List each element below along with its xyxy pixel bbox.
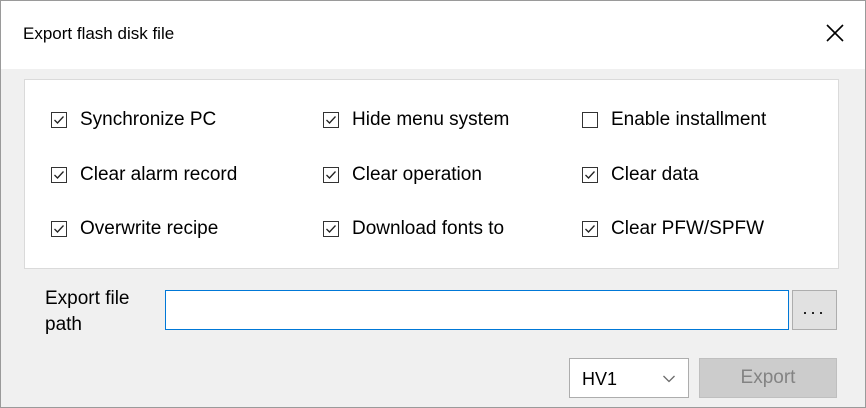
checkbox-box <box>582 221 598 237</box>
checkbox-box <box>582 112 598 128</box>
checkbox-box <box>323 221 339 237</box>
checkbox-label: Clear operation <box>352 164 482 185</box>
checkbox-label: Overwrite recipe <box>80 218 219 239</box>
checkmark-icon <box>54 171 64 179</box>
checkbox-label: Synchronize PC <box>80 109 217 130</box>
checkmark-icon <box>585 171 595 179</box>
checkbox-label: Clear data <box>611 164 699 185</box>
export-path-label-line1: Export file <box>45 288 130 309</box>
title-bar: Export flash disk file <box>1 1 865 69</box>
checkmark-icon <box>326 225 336 233</box>
export-path-label-line2: path <box>45 314 82 335</box>
checkmark-icon <box>54 116 64 124</box>
checkmark-icon <box>585 225 595 233</box>
close-button[interactable] <box>821 19 849 47</box>
dialog-title: Export flash disk file <box>23 24 175 43</box>
checkbox-box <box>323 167 339 183</box>
close-icon <box>826 24 844 42</box>
options-group: Synchronize PC Hide menu system Enable i… <box>24 79 839 269</box>
checkbox-label: Hide menu system <box>352 109 510 130</box>
checkmark-icon <box>326 171 336 179</box>
checkbox-label: Download fonts to <box>352 218 505 239</box>
checkbox-box <box>582 167 598 183</box>
checkbox-box <box>51 112 67 128</box>
checkbox-label: Clear alarm record <box>80 164 238 185</box>
browse-button[interactable]: ... <box>792 290 837 330</box>
checkbox-label: Clear PFW/SPFW <box>611 218 765 239</box>
export-path-input[interactable] <box>165 290 789 330</box>
checkbox-box <box>51 221 67 237</box>
checkmark-icon <box>54 225 64 233</box>
device-select-value: HV1 <box>582 369 618 389</box>
checkmark-icon <box>326 116 336 124</box>
checkbox-label: Enable installment <box>611 109 767 130</box>
checkbox-box <box>323 112 339 128</box>
export-flash-disk-dialog: Export flash disk file Synchronize PC Hi… <box>0 0 866 408</box>
device-select[interactable]: HV1 <box>569 358 689 398</box>
chevron-down-icon <box>663 375 675 383</box>
export-path-label: Export file path <box>45 286 129 338</box>
export-button[interactable]: Export <box>699 358 837 398</box>
checkbox-box <box>51 167 67 183</box>
